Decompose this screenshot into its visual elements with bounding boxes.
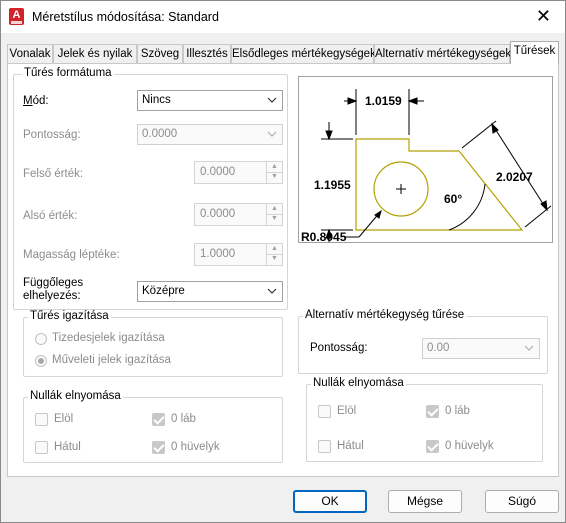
precision-label: Pontosság: <box>23 129 81 141</box>
alt-precision-label-text: Pontosság: <box>310 342 368 354</box>
zero-suppression-title-primary: Nullák elnyomása <box>28 390 123 402</box>
align-operational-radio[interactable] <box>35 355 47 367</box>
tab-szoveg[interactable]: Szöveg <box>137 44 183 63</box>
tolerance-preview: 1.0159 1.1955 2.0207 60° R0.8045 <box>298 76 553 244</box>
tab-jelek-es-nyilak[interactable]: Jelek és nyilak <box>53 44 137 63</box>
method-label: Mód: <box>23 95 49 107</box>
align-operational-label: Műveleti jelek igazítása <box>52 354 171 366</box>
leading-zero-label-alternate: Elöl <box>337 405 357 417</box>
autocad-app-icon: A <box>9 8 24 25</box>
cancel-button[interactable]: Mégse <box>388 490 462 513</box>
chevron-down-icon <box>524 345 534 351</box>
preview-drawing: 1.0159 1.1955 2.0207 60° R0.8045 <box>301 89 552 244</box>
vertical-position-label-line2: elhelyezés: <box>23 290 81 302</box>
upper-value-label: Felső érték: <box>23 168 84 180</box>
trailing-zero-checkbox-primary[interactable] <box>35 441 48 454</box>
leading-zero-checkbox-primary[interactable] <box>35 413 48 426</box>
vertical-position-select[interactable]: Középre <box>137 281 283 302</box>
zero-feet-checkbox-primary[interactable] <box>152 413 165 426</box>
alt-precision-value: 0.00 <box>427 342 450 354</box>
trailing-zero-label-alternate: Hátul <box>337 440 364 452</box>
spin-down-icon[interactable]: ▼ <box>267 172 282 182</box>
zero-feet-label-primary: 0 láb <box>171 413 196 425</box>
leading-zero-label-primary: Elöl <box>54 413 74 425</box>
radius-text: R0.8045 <box>301 230 347 242</box>
help-button[interactable]: Súgó <box>485 490 559 513</box>
lower-value: 0.0000 <box>200 208 236 220</box>
zero-feet-label-alternate: 0 láb <box>445 405 470 417</box>
tab-turesek[interactable]: Tűrések <box>510 41 559 64</box>
tab-elsodleges-mertekegysegek[interactable]: Elsődleges mértékegységek <box>231 44 376 63</box>
zero-suppression-title-alternate: Nullák elnyomása <box>311 377 406 389</box>
radius-leader <box>344 209 382 238</box>
chevron-down-icon <box>267 97 277 103</box>
zero-inches-label-primary: 0 hüvelyk <box>171 441 220 453</box>
method-select[interactable]: Nincs <box>137 90 283 111</box>
alt-precision-label: Pontosság: <box>310 342 368 354</box>
upper-value-spinner[interactable]: 0.0000 ▲ ▼ <box>194 161 283 184</box>
tab-panel-turesek: Tűrés formátuma Mód: Nincs Pontosság: 0.… <box>7 63 559 477</box>
scaling-label: Magasság léptéke: <box>23 249 120 261</box>
tab-vonalak[interactable]: Vonalak <box>7 44 53 63</box>
chevron-down-icon <box>267 288 277 294</box>
close-icon[interactable]: ✕ <box>536 7 551 25</box>
tab-bar: Vonalak Jelek és nyilak Szöveg Illesztés… <box>7 41 559 64</box>
tolerance-alignment-title: Tűrés igazítása <box>28 310 111 322</box>
dim-top-text: 1.0159 <box>365 94 402 108</box>
zero-inches-checkbox-alternate[interactable] <box>426 440 439 453</box>
title-bar[interactable]: A Méretstílus módosítása: Standard ✕ <box>1 1 565 33</box>
alternate-tolerance-title: Alternatív mértékegység tűrése <box>303 309 467 321</box>
precision-value: 0.0000 <box>142 128 178 140</box>
tab-illesztes[interactable]: Illesztés <box>183 44 231 63</box>
trailing-zero-label-primary: Hátul <box>54 441 81 453</box>
part-outline <box>355 138 524 231</box>
dim-right-text: 2.0207 <box>496 170 533 184</box>
dialog-window: A Méretstílus módosítása: Standard ✕ Von… <box>0 0 566 523</box>
scaling-value: 1.0000 <box>200 248 236 260</box>
center-mark-icon <box>396 184 406 194</box>
angle-arc <box>448 183 486 231</box>
upper-value: 0.0000 <box>200 166 236 178</box>
tolerance-format-title: Tűrés formátuma <box>22 67 114 79</box>
window-title: Méretstílus módosítása: Standard <box>32 10 219 24</box>
dim-left-text: 1.1955 <box>314 178 351 192</box>
vertical-position-label-line1: Függőleges <box>23 277 84 289</box>
angle-text: 60° <box>444 192 462 206</box>
trailing-zero-checkbox-alternate[interactable] <box>318 440 331 453</box>
method-label-text: ód: <box>32 95 49 107</box>
tab-alternativ-mertekegysegek[interactable]: Alternatív mértékegységek <box>374 44 511 63</box>
lower-value-label: Alsó érték: <box>23 210 78 222</box>
zero-inches-label-alternate: 0 hüvelyk <box>445 440 494 452</box>
tolerance-alignment-group: Tűrés igazítása <box>23 310 283 377</box>
vertical-position-label: Függőleges elhelyezés: <box>23 277 83 303</box>
align-decimal-radio[interactable] <box>35 333 47 345</box>
lower-value-spinner[interactable]: 0.0000 ▲ ▼ <box>194 203 283 226</box>
method-value: Nincs <box>142 94 171 106</box>
scaling-spinner[interactable]: 1.0000 ▲ ▼ <box>194 243 283 266</box>
spin-down-icon[interactable]: ▼ <box>267 254 282 264</box>
ok-button[interactable]: OK <box>293 490 367 513</box>
zero-inches-checkbox-primary[interactable] <box>152 441 165 454</box>
align-decimal-label: Tizedesjelek igazítása <box>52 332 165 344</box>
precision-select[interactable]: 0.0000 <box>137 124 283 145</box>
chevron-down-icon <box>267 131 277 137</box>
zero-feet-checkbox-alternate[interactable] <box>426 405 439 418</box>
spin-down-icon[interactable]: ▼ <box>267 214 282 224</box>
leading-zero-checkbox-alternate[interactable] <box>318 405 331 418</box>
alt-precision-select[interactable]: 0.00 <box>422 338 540 359</box>
vertical-position-value: Középre <box>142 285 185 297</box>
